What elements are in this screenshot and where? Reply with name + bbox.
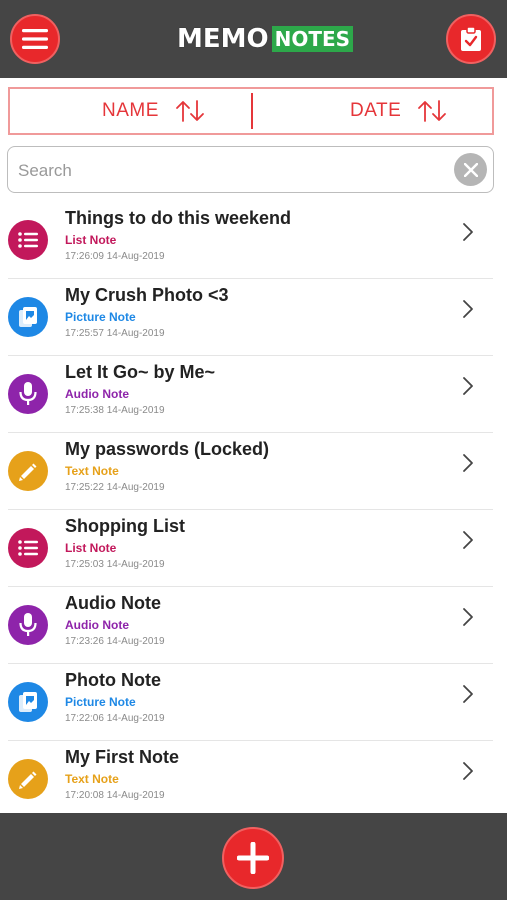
pencil-icon <box>8 759 48 799</box>
chevron-right-icon <box>462 376 474 401</box>
note-type: List Note <box>65 233 117 247</box>
logo-memo-text: MEMO <box>177 24 269 54</box>
note-list-item[interactable]: Audio Note Audio Note 17:23:26 14-Aug-2019 <box>8 587 493 664</box>
add-note-button[interactable] <box>222 827 284 889</box>
chevron-right-icon <box>462 530 474 555</box>
note-type: Audio Note <box>65 618 129 632</box>
note-title: Things to do this weekend <box>65 208 292 228</box>
note-title: My First Note <box>65 747 180 767</box>
note-list-item[interactable]: My Crush Photo <3 Picture Note 17:25:57 14… <box>8 279 493 356</box>
picture-icon <box>8 682 48 722</box>
clear-search-button[interactable] <box>454 153 487 186</box>
note-type: Picture Note <box>65 695 136 709</box>
note-type: Text Note <box>65 464 119 478</box>
sort-arrows-icon <box>175 100 205 122</box>
clipboard-check-icon <box>461 27 481 51</box>
list-icon <box>8 528 48 568</box>
chevron-right-icon <box>462 299 474 324</box>
note-timestamp: 17:22:06 14-Aug-2019 <box>65 713 165 724</box>
chevron-right-icon <box>462 761 474 786</box>
picture-icon <box>8 297 48 337</box>
sort-by-name-button[interactable]: NAME <box>102 89 205 133</box>
note-list-item[interactable]: Photo Note Picture Note 17:22:06 14-Aug-20… <box>8 664 493 741</box>
pencil-icon <box>8 451 48 491</box>
note-list-item[interactable]: Let It Go~ by Me~ Audio Note 17:25:38 14-A… <box>8 356 493 433</box>
sort-bar: NAME DATE <box>8 87 494 135</box>
app-logo: MEMO NOTES <box>177 24 354 54</box>
microphone-icon <box>8 605 48 645</box>
list-icon <box>8 220 48 260</box>
menu-button[interactable] <box>10 14 60 64</box>
note-title: Photo Note <box>65 670 161 690</box>
note-timestamp: 17:25:38 14-Aug-2019 <box>65 405 165 416</box>
note-title: Audio Note <box>65 593 161 613</box>
note-title: Let It Go~ by Me~ <box>65 362 216 382</box>
chevron-right-icon <box>462 222 474 247</box>
note-title: Shopping List <box>65 516 185 536</box>
note-title: My Crush Photo <3 <box>65 285 229 305</box>
note-list-item[interactable]: My passwords (Locked) Text Note 17:25:22 1… <box>8 433 493 510</box>
chevron-right-icon <box>462 607 474 632</box>
note-timestamp: 17:23:26 14-Aug-2019 <box>65 636 165 647</box>
notes-list: Things to do this weekend List Note 17:26:… <box>0 202 507 818</box>
chevron-right-icon <box>462 453 474 478</box>
note-timestamp: 17:25:03 14-Aug-2019 <box>65 559 165 570</box>
sort-by-date-button[interactable]: DATE <box>350 89 447 133</box>
sort-divider <box>251 93 253 129</box>
note-type: Picture Note <box>65 310 136 324</box>
sort-arrows-icon <box>417 100 447 122</box>
note-list-item[interactable]: Things to do this weekend List Note 17:26:… <box>8 202 493 279</box>
search-input[interactable] <box>16 155 440 187</box>
sort-name-label: NAME <box>102 100 159 121</box>
close-icon <box>463 162 478 177</box>
plus-icon <box>237 842 269 874</box>
note-type: Audio Note <box>65 387 129 401</box>
hamburger-icon <box>22 29 48 49</box>
sort-date-label: DATE <box>350 100 402 121</box>
clipboard-button[interactable] <box>446 14 496 64</box>
note-title: My passwords (Locked) <box>65 439 270 459</box>
note-type: Text Note <box>65 772 119 786</box>
search-box <box>7 146 494 193</box>
microphone-icon <box>8 374 48 414</box>
note-timestamp: 17:20:08 14-Aug-2019 <box>65 790 165 801</box>
note-list-item[interactable]: Shopping List List Note 17:25:03 14-Aug-20… <box>8 510 493 587</box>
top-bar: MEMO NOTES <box>0 0 507 78</box>
bottom-bar <box>0 813 507 900</box>
note-timestamp: 17:25:57 14-Aug-2019 <box>65 328 165 339</box>
chevron-right-icon <box>462 684 474 709</box>
logo-notes-text: NOTES <box>271 26 354 52</box>
note-list-item[interactable]: My First Note Text Note 17:20:08 14-Aug-20… <box>8 741 493 818</box>
note-timestamp: 17:25:22 14-Aug-2019 <box>65 482 165 493</box>
note-type: List Note <box>65 541 117 555</box>
note-timestamp: 17:26:09 14-Aug-2019 <box>65 251 165 262</box>
